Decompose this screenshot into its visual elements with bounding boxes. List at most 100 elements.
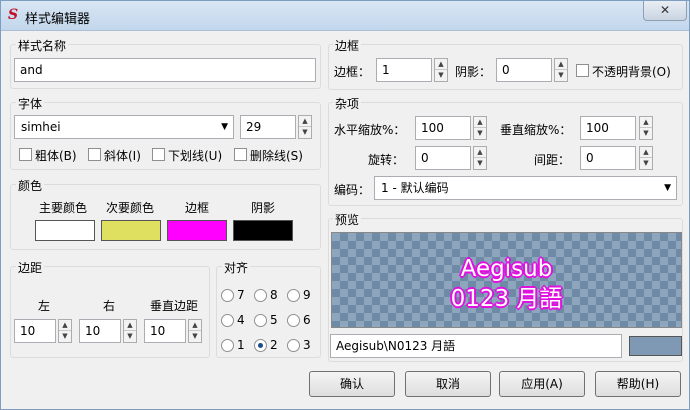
primary-color-label: 主要颜色	[39, 201, 88, 215]
align-radio-5[interactable]	[254, 314, 267, 327]
help-button[interactable]: 帮助(H)	[595, 371, 681, 397]
font-title: 字体	[16, 95, 45, 112]
margin-left-input[interactable]: 10	[14, 319, 56, 343]
cancel-button[interactable]: 取消	[405, 371, 491, 397]
spin-up-icon[interactable]: ▲	[474, 117, 486, 128]
margin-vert-spinner[interactable]: ▲ ▼	[188, 319, 202, 343]
app-icon: S	[7, 7, 19, 23]
misc-title: 杂项	[333, 95, 362, 112]
secondary-color-label: 次要颜色	[106, 201, 155, 215]
preview-title: 预览	[333, 211, 362, 228]
strikeout-label: 删除线(S)	[250, 149, 303, 163]
spin-up-icon[interactable]: ▲	[640, 147, 652, 158]
shadow-depth-label: 阴影：	[455, 65, 492, 79]
spin-up-icon[interactable]: ▲	[124, 320, 136, 331]
align-label-4: 4	[237, 313, 245, 327]
spin-up-icon[interactable]: ▲	[555, 59, 567, 70]
align-radio-2[interactable]	[254, 339, 267, 352]
spin-up-icon[interactable]: ▲	[189, 320, 201, 331]
align-radio-7[interactable]	[221, 289, 234, 302]
margin-right-spinner[interactable]: ▲ ▼	[123, 319, 137, 343]
align-label-6: 6	[303, 313, 311, 327]
strikeout-checkbox[interactable]	[234, 148, 247, 161]
outline-color-button[interactable]	[167, 220, 227, 241]
font-family-select[interactable]: simhei ▼	[14, 115, 234, 139]
outline-width-spinner[interactable]: ▲ ▼	[434, 58, 448, 82]
align-label-2: 2	[270, 338, 278, 352]
italic-label: 斜体(I)	[104, 149, 141, 163]
colors-title: 颜色	[16, 177, 45, 194]
scale-x-input[interactable]: 100	[415, 116, 471, 140]
align-radio-9[interactable]	[287, 289, 300, 302]
spin-down-icon[interactable]: ▼	[189, 331, 201, 342]
spin-down-icon[interactable]: ▼	[555, 70, 567, 81]
outline-width-label: 边框：	[334, 65, 371, 79]
opaque-box-checkbox[interactable]	[576, 64, 589, 77]
scale-y-spinner[interactable]: ▲ ▼	[639, 116, 653, 140]
spin-up-icon[interactable]: ▲	[474, 147, 486, 158]
window-title: 样式编辑器	[25, 12, 91, 27]
margin-vert-label: 垂直边距	[150, 299, 199, 313]
underline-checkbox[interactable]	[152, 148, 165, 161]
border-title: 边框	[333, 37, 362, 54]
style-name-input[interactable]: and	[14, 58, 316, 82]
preview-text-input[interactable]: Aegisub\N0123 月語	[330, 334, 622, 358]
primary-color-button[interactable]	[35, 220, 95, 241]
spin-up-icon[interactable]: ▲	[59, 320, 71, 331]
align-label-8: 8	[270, 288, 278, 302]
scale-y-input[interactable]: 100	[580, 116, 636, 140]
apply-button[interactable]: 应用(A)	[499, 371, 585, 397]
secondary-color-button[interactable]	[101, 220, 161, 241]
font-size-input[interactable]: 29	[240, 115, 296, 139]
ok-button[interactable]: 确认	[309, 371, 395, 397]
alignment-title: 对齐	[222, 259, 251, 276]
margin-vert-input[interactable]: 10	[144, 319, 186, 343]
align-radio-8[interactable]	[254, 289, 267, 302]
bold-label: 粗体(B)	[35, 149, 77, 163]
align-radio-6[interactable]	[287, 314, 300, 327]
spin-up-icon[interactable]: ▲	[435, 59, 447, 70]
underline-label: 下划线(U)	[168, 149, 223, 163]
angle-spinner[interactable]: ▲ ▼	[473, 146, 487, 170]
encoding-select[interactable]: 1 - 默认编码 ▼	[374, 176, 677, 200]
preview-canvas: Aegisub 0123 月語	[331, 232, 682, 328]
spin-up-icon[interactable]: ▲	[299, 116, 311, 127]
angle-label: 旋转：	[368, 153, 405, 167]
spacing-spinner[interactable]: ▲ ▼	[639, 146, 653, 170]
preview-bg-color-button[interactable]	[629, 336, 682, 356]
shadow-depth-spinner[interactable]: ▲ ▼	[554, 58, 568, 82]
align-radio-4[interactable]	[221, 314, 234, 327]
align-radio-3[interactable]	[287, 339, 300, 352]
angle-input[interactable]: 0	[415, 146, 471, 170]
spin-down-icon[interactable]: ▼	[474, 128, 486, 139]
shadow-color-button[interactable]	[233, 220, 293, 241]
margins-title: 边距	[16, 259, 45, 276]
scale-y-label: 垂直缩放%：	[500, 123, 572, 137]
spin-down-icon[interactable]: ▼	[435, 70, 447, 81]
margin-right-input[interactable]: 10	[79, 319, 121, 343]
shadow-color-label: 阴影	[251, 201, 276, 215]
align-radio-1[interactable]	[221, 339, 234, 352]
outline-width-input[interactable]: 1	[376, 58, 432, 82]
close-button[interactable]: ✕	[643, 1, 687, 21]
preview-line-2: 0123 月語	[450, 286, 563, 312]
spin-down-icon[interactable]: ▼	[640, 158, 652, 169]
opaque-box-label: 不透明背景(O)	[592, 65, 671, 79]
bold-checkbox[interactable]	[19, 148, 32, 161]
style-name-title: 样式名称	[16, 37, 69, 54]
encoding-label: 编码：	[334, 183, 371, 197]
spin-down-icon[interactable]: ▼	[474, 158, 486, 169]
spin-down-icon[interactable]: ▼	[124, 331, 136, 342]
title-bar: S 样式编辑器 ✕	[1, 1, 689, 31]
scale-x-spinner[interactable]: ▲ ▼	[473, 116, 487, 140]
spin-up-icon[interactable]: ▲	[640, 117, 652, 128]
shadow-depth-input[interactable]: 0	[496, 58, 552, 82]
spin-down-icon[interactable]: ▼	[59, 331, 71, 342]
spin-down-icon[interactable]: ▼	[299, 127, 311, 138]
margin-left-spinner[interactable]: ▲ ▼	[58, 319, 72, 343]
spacing-label: 间距：	[534, 153, 571, 167]
font-size-spinner[interactable]: ▲ ▼	[298, 115, 312, 139]
italic-checkbox[interactable]	[88, 148, 101, 161]
spacing-input[interactable]: 0	[580, 146, 636, 170]
spin-down-icon[interactable]: ▼	[640, 128, 652, 139]
